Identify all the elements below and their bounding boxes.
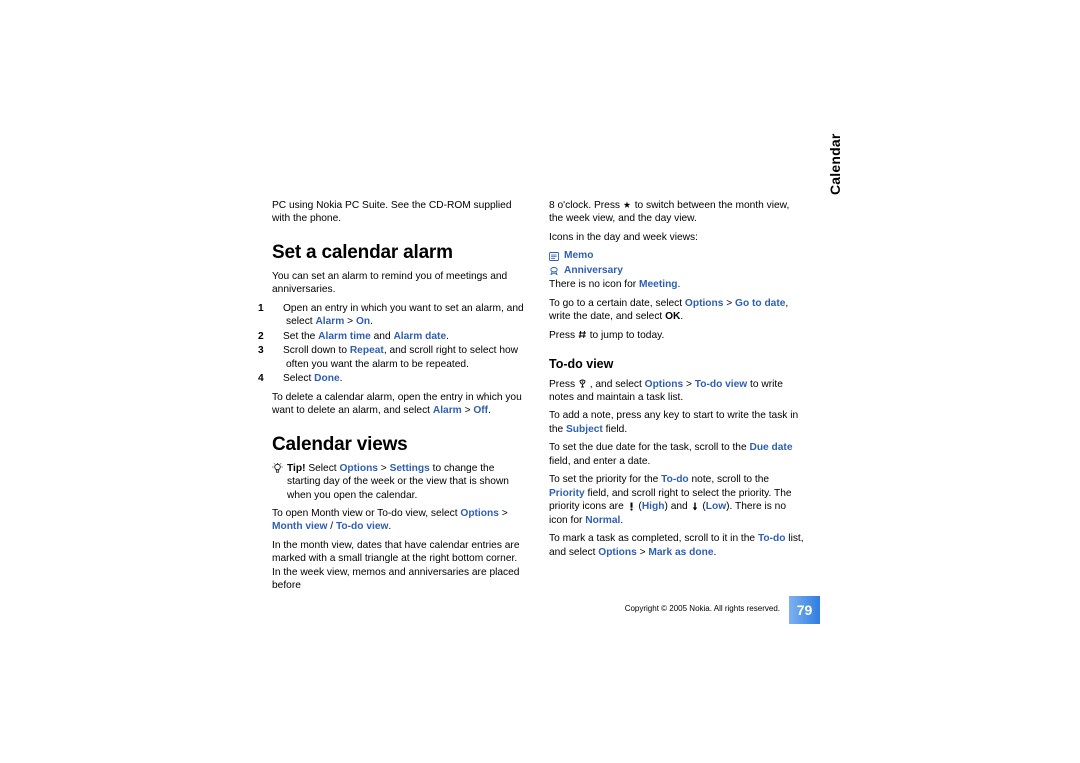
- page-number: 79: [789, 596, 820, 624]
- right-column: 8 o'clock. Press to switch between the m…: [549, 194, 804, 598]
- month-view-note: In the month view, dates that have calen…: [272, 539, 527, 593]
- open-view-text: To open Month view or To-do view, select…: [272, 507, 527, 534]
- tip-icon: [272, 462, 283, 502]
- step-1: 1Open an entry in which you want to set …: [272, 302, 527, 329]
- step-4: 4Select Done.: [272, 372, 527, 385]
- copyright-text: Copyright © 2005 Nokia. All rights reser…: [540, 604, 780, 613]
- todo-mark-done: To mark a task as completed, scroll to i…: [549, 532, 804, 559]
- heading-calendar-views: Calendar views: [272, 432, 527, 457]
- alarm-intro: You can set an alarm to remind you of me…: [272, 270, 527, 297]
- memo-label: Memo: [564, 249, 593, 262]
- tip-text: Tip! Select Options > Settings to change…: [287, 462, 527, 502]
- eight-oclock-text: 8 o'clock. Press to switch between the m…: [549, 199, 804, 226]
- go-to-date-text: To go to a certain date, select Options …: [549, 297, 804, 324]
- tip-block: Tip! Select Options > Settings to change…: [272, 462, 527, 502]
- priority-low-icon: [691, 502, 700, 511]
- step-2: 2Set the Alarm time and Alarm date.: [272, 330, 527, 343]
- side-tab-label: Calendar: [827, 133, 843, 195]
- star-key-icon: [623, 201, 632, 210]
- hash-key-icon: [578, 330, 587, 339]
- todo-press-text: Press , and select Options > To-do view …: [549, 378, 804, 405]
- menu-key-icon: [578, 379, 587, 388]
- no-icon-meeting: There is no icon for Meeting.: [549, 278, 804, 291]
- heading-set-alarm: Set a calendar alarm: [272, 240, 527, 265]
- delete-alarm-text: To delete a calendar alarm, open the ent…: [272, 391, 527, 418]
- anniv-icon-row: Anniversary: [549, 264, 804, 277]
- todo-add-note: To add a note, press any key to start to…: [549, 409, 804, 436]
- document-page: PC using Nokia PC Suite. See the CD-ROM …: [272, 194, 807, 598]
- anniversary-icon: [549, 266, 559, 275]
- step-3: 3Scroll down to Repeat, and scroll right…: [272, 344, 527, 371]
- continuation-text: PC using Nokia PC Suite. See the CD-ROM …: [272, 199, 527, 226]
- alarm-steps: 1Open an entry in which you want to set …: [272, 302, 527, 386]
- press-hash-text: Press to jump to today.: [549, 329, 804, 342]
- heading-todo-view: To-do view: [549, 356, 804, 373]
- icons-intro: Icons in the day and week views:: [549, 231, 804, 244]
- anniv-label: Anniversary: [564, 264, 623, 277]
- left-column: PC using Nokia PC Suite. See the CD-ROM …: [272, 194, 527, 598]
- memo-icon: [549, 252, 559, 261]
- memo-icon-row: Memo: [549, 249, 804, 262]
- todo-due-date: To set the due date for the task, scroll…: [549, 441, 804, 468]
- todo-priority: To set the priority for the To-do note, …: [549, 473, 804, 527]
- priority-high-icon: [627, 502, 636, 511]
